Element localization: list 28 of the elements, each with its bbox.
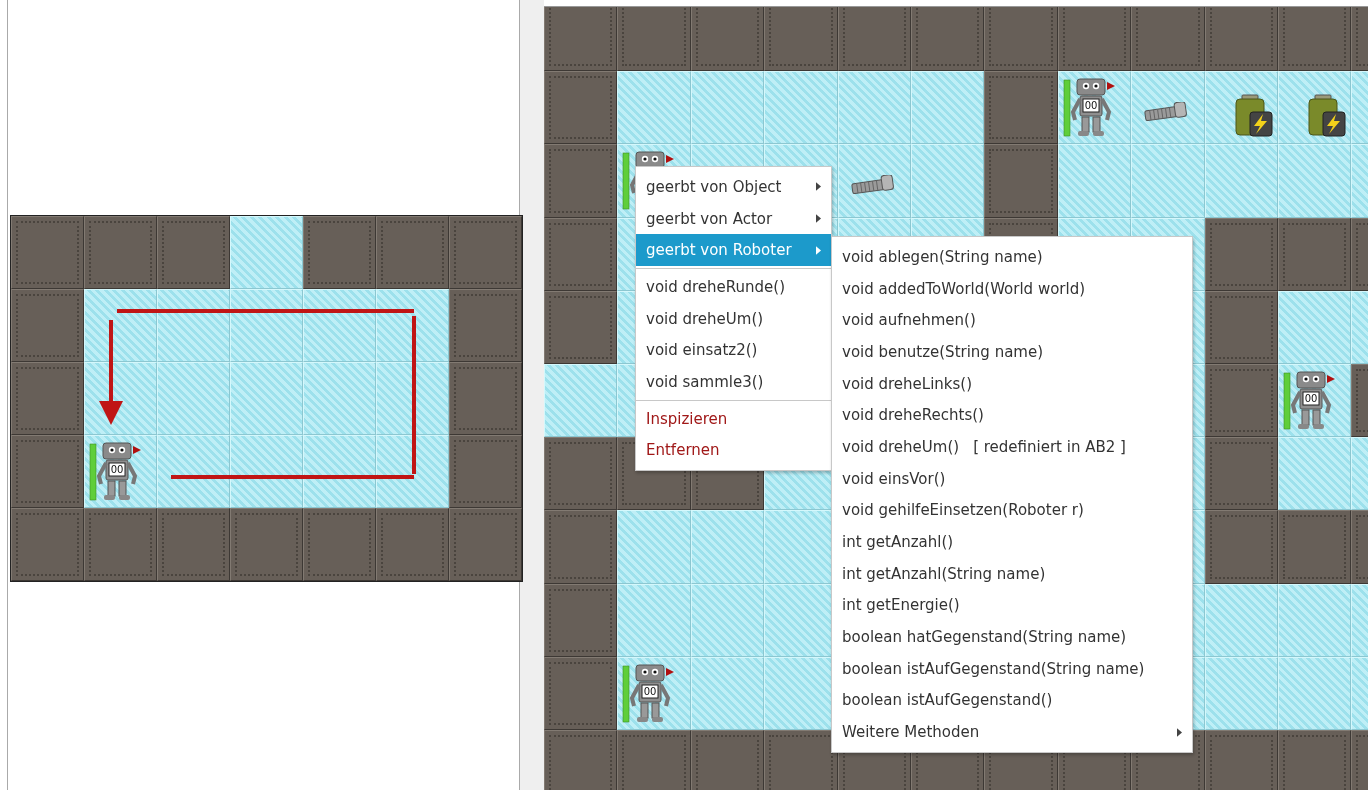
robot-counter: 00 [644,685,657,697]
menu-item[interactable]: boolean istAufGegenstand() [832,684,1192,717]
menu-item[interactable]: void dreheUm() [636,302,831,335]
menu-item[interactable]: Inspizieren [636,402,831,435]
robot-counter: 00 [1084,100,1098,112]
menu-item[interactable]: int getEnergie() [832,589,1192,622]
robot-counter: 00 [110,464,124,475]
menu-item[interactable]: geerbt von Object [636,171,831,203]
menu-item[interactable]: void ablegen(String name) [832,241,1192,273]
menu-item[interactable]: void dreheRechts() [832,399,1192,432]
menu-item[interactable]: void aufnehmen() [832,304,1192,337]
menu-item[interactable]: void dreheUm() [ redefiniert in AB2 ] [832,431,1192,463]
menu-item[interactable]: boolean istAufGegenstand(String name) [832,652,1192,685]
menu-item[interactable]: void sammle3() [636,366,831,398]
menu-item[interactable]: void addedToWorld(World world) [832,272,1192,305]
menu-item[interactable]: int getAnzahl(String name) [832,557,1192,590]
menu-item[interactable]: int getAnzahl() [832,526,1192,558]
menu-item[interactable]: Weitere Methoden [832,716,1192,748]
menu-item[interactable]: void einsVor() [832,462,1192,495]
menu-item[interactable]: void einsatz2() [636,334,831,367]
menu-item[interactable]: void gehilfeEinsetzen(Roboter r) [832,494,1192,527]
robot-counter: 00 [1304,392,1318,404]
menu-item[interactable]: void dreheRunde() [636,271,831,303]
menu-item[interactable]: geerbt von Actor [636,202,831,235]
menu-item[interactable]: void benutze(String name) [832,336,1192,368]
menu-item[interactable]: boolean hatGegenstand(String name) [832,621,1192,653]
menu-item[interactable]: void dreheLinks() [832,367,1192,400]
menu-item[interactable]: Entfernen [636,434,831,467]
